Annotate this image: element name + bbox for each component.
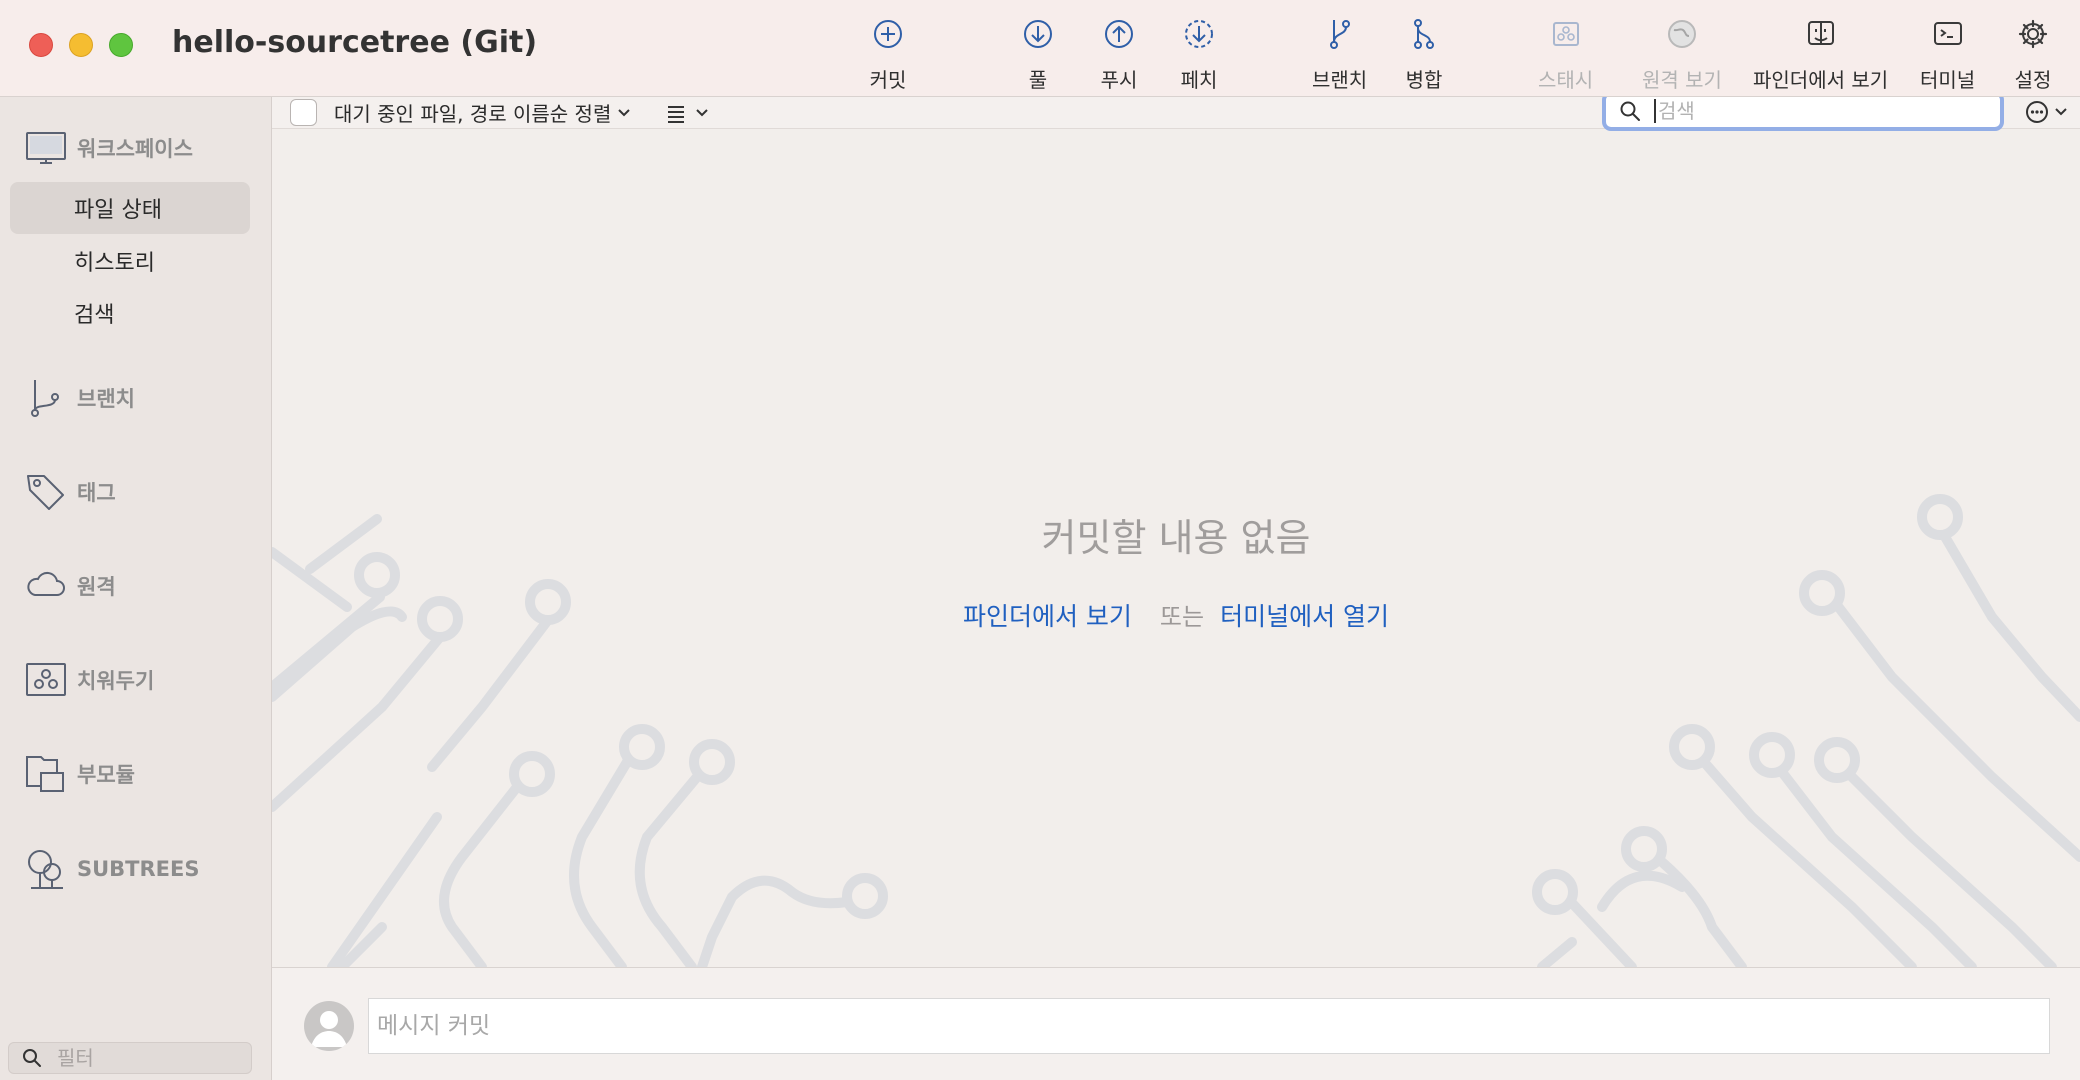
sidebar-section-remotes[interactable]: 원격 [25,565,116,607]
empty-state-title: 커밋할 내용 없음 [1041,516,1311,560]
finder-view-button[interactable]: 파인더에서 보기 [1753,14,1888,94]
branch-button[interactable]: 브랜치 [1312,14,1367,94]
branch-icon [25,377,67,419]
sidebar-section-branches[interactable]: 브랜치 [25,377,135,419]
main-panel: 대기 중인 파일, 경로 이름순 정렬 커밋할 내용 없음 파인더에서 보기 또… [272,97,2080,967]
fetch-dashed-circle-icon [1185,20,1213,48]
settings-button[interactable]: 설정 [2013,14,2053,94]
user-avatar [304,1001,354,1051]
gear-icon [2018,19,2048,49]
tree-icon [25,848,67,890]
sidebar-filter[interactable] [8,1042,252,1074]
maximize-window-button[interactable] [109,33,133,57]
select-all-checkbox[interactable] [290,99,317,126]
chevron-down-icon [696,109,708,117]
sidebar-section-stashes[interactable]: 치워두기 [25,659,154,701]
more-options-button[interactable] [2024,99,2068,125]
cloud-icon [25,565,67,607]
file-search-box[interactable] [1602,97,2004,131]
person-icon [311,1011,347,1047]
sort-dropdown[interactable]: 대기 중인 파일, 경로 이름순 정렬 [334,99,631,126]
window-title: hello-sourcetree (Git) [172,25,538,60]
close-window-button[interactable] [29,33,53,57]
ellipsis-circle-icon [2026,101,2048,123]
finder-icon [1807,21,1834,45]
commit-button[interactable]: 커밋 [868,14,908,94]
remote-view-button[interactable]: 원격 보기 [1642,14,1722,94]
terminal-button[interactable]: 터미널 [1920,14,1975,94]
list-icon [668,106,684,123]
chevron-down-icon [618,108,631,116]
tag-icon [25,471,67,513]
sidebar-item-file-status[interactable]: 파일 상태 [10,182,250,234]
sort-dropdown-label: 대기 중인 파일, 경로 이름순 정렬 [334,102,612,126]
open-in-terminal-link[interactable]: 터미널에서 열기 [1220,597,1389,633]
plus-circle-icon [874,20,902,48]
chevron-down-icon [2055,108,2067,116]
terminal-icon [1933,22,1962,45]
minimize-window-button[interactable] [69,33,93,57]
arrow-down-circle-icon [1024,20,1052,48]
stash-icon [1552,22,1579,46]
title-bar: hello-sourcetree (Git) 커밋 풀 푸시 페치 브랜치 병합… [0,0,2080,97]
empty-state-actions: 파인더에서 보기 또는 터미널에서 열기 [272,597,2080,633]
sidebar-filter-input[interactable] [57,1046,237,1070]
sidebar-section-subtrees[interactable]: SUBTREES [25,848,200,890]
open-in-finder-link[interactable]: 파인더에서 보기 [963,597,1132,633]
search-icon [1620,101,1640,121]
sidebar-section-tags[interactable]: 태그 [25,471,116,513]
file-status-toolbar: 대기 중인 파일, 경로 이름순 정렬 [272,97,2080,131]
fetch-button[interactable]: 페치 [1179,14,1219,94]
stash-button[interactable]: 스태시 [1538,14,1593,94]
commit-message-input[interactable] [368,998,2050,1054]
sidebar-item-history[interactable]: 히스토리 [10,235,250,287]
submodule-icon [25,753,67,795]
sidebar-section-workspace[interactable]: 워크스페이스 [25,127,193,169]
or-separator: 또는 [1159,603,1205,631]
merge-button[interactable]: 병합 [1404,14,1444,94]
globe-icon [1667,20,1696,48]
sidebar-section-submodules[interactable]: 부모듈 [25,753,135,795]
merge-icon [1414,19,1434,49]
sidebar-item-search[interactable]: 검색 [10,287,250,339]
commit-message-bar [272,967,2080,1080]
pull-button[interactable]: 풀 [1018,14,1058,94]
stash-icon [25,659,67,701]
push-button[interactable]: 푸시 [1099,14,1139,94]
file-search-input[interactable] [1654,99,1974,123]
branch-icon [1329,20,1350,49]
arrow-up-circle-icon [1105,20,1133,48]
search-icon [23,1049,41,1067]
monitor-icon [25,127,67,169]
view-mode-dropdown[interactable] [664,101,710,125]
